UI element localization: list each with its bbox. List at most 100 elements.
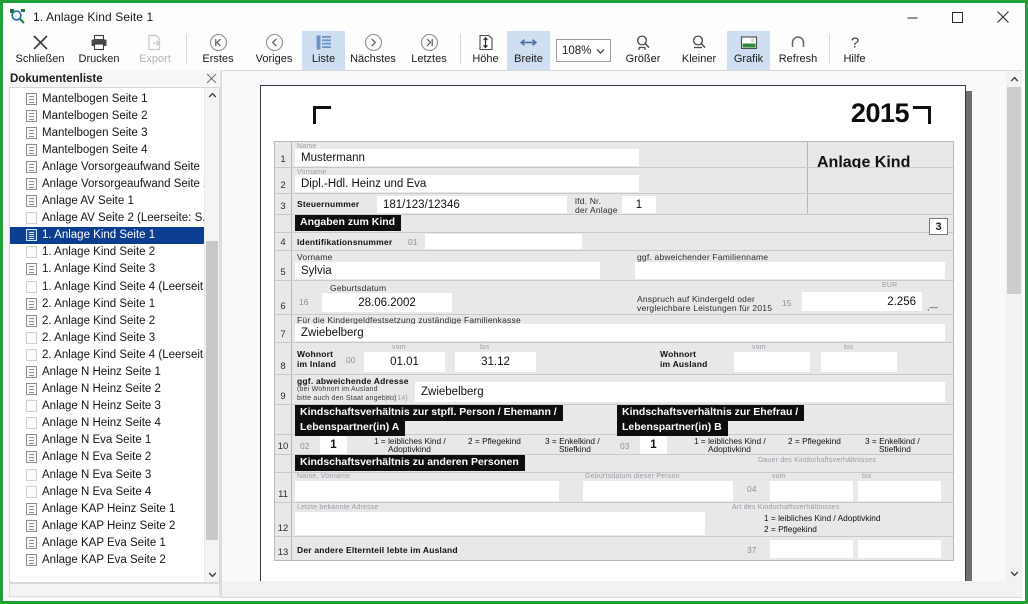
lfd-nr-field[interactable]: 1: [622, 196, 656, 213]
elternteil-ausland-field-right[interactable]: [858, 540, 941, 558]
minimize-icon[interactable]: [890, 3, 935, 31]
viewer-horizontal-scrollbar[interactable]: [222, 581, 1022, 597]
document-list-item[interactable]: Mantelbogen Seite 2: [10, 107, 204, 124]
close-icon[interactable]: [980, 3, 1025, 31]
page-icon: [26, 314, 37, 327]
name-vorname-field[interactable]: [295, 481, 559, 501]
document-list-item[interactable]: Mantelbogen Seite 1: [10, 90, 204, 107]
first-page-button[interactable]: Erstes: [190, 31, 246, 70]
inland-bis-field[interactable]: 31.12: [455, 352, 536, 372]
document-list-item[interactable]: Anlage N Heinz Seite 3: [10, 398, 204, 415]
kindergeld-field[interactable]: 2.256: [802, 292, 922, 311]
form-brand-panel-spacer: [807, 194, 953, 214]
ausland-vom-field[interactable]: [734, 352, 810, 372]
graphic-icon: [740, 32, 758, 53]
document-list-horizontal-scrollbar[interactable]: [9, 583, 220, 597]
fit-height-button[interactable]: Höhe: [464, 31, 507, 70]
document-list-item[interactable]: Anlage AV Seite 2 (Leerseite: S...: [10, 210, 204, 227]
document-list-item[interactable]: Anlage KAP Eva Seite 1: [10, 534, 204, 551]
document-list-item[interactable]: 1. Anlage Kind Seite 3: [10, 261, 204, 278]
letzte-adresse-field[interactable]: [295, 512, 705, 535]
document-list-item[interactable]: Anlage KAP Eva Seite 2: [10, 551, 204, 568]
close-button[interactable]: Schließen: [9, 31, 71, 70]
document-list-item-label: Anlage AV Seite 2 (Leerseite: S...: [42, 212, 204, 225]
ausland-bis-field[interactable]: [821, 352, 897, 372]
document-list-item[interactable]: 1. Anlage Kind Seite 2: [10, 244, 204, 261]
previous-page-button[interactable]: Voriges: [246, 31, 302, 70]
document-list-item[interactable]: Anlage N Heinz Seite 4: [10, 415, 204, 432]
document-list-scrollbar[interactable]: [204, 88, 219, 582]
document-list-item[interactable]: Anlage N Eva Seite 4: [10, 483, 204, 500]
application-window: 1. Anlage Kind Seite 1 Schließen Drucken…: [0, 0, 1028, 604]
document-list-item-label: Anlage AV Seite 1: [42, 195, 134, 208]
form-row-11: 11 Name, Vorname Geburtsdatum dieser Per…: [275, 473, 953, 503]
document-list-item[interactable]: Anlage KAP Heinz Seite 1: [10, 500, 204, 517]
document-list-item[interactable]: Anlage AV Seite 1: [10, 193, 204, 210]
abw-adresse-field[interactable]: Zwiebelberg: [415, 382, 945, 402]
fit-height-label: Höhe: [472, 53, 499, 65]
document-list-item[interactable]: 2. Anlage Kind Seite 2: [10, 312, 204, 329]
zoom-out-button[interactable]: Kleiner: [671, 31, 727, 70]
print-button[interactable]: Drucken: [71, 31, 127, 70]
blank-page-icon: [26, 331, 37, 344]
document-list-item[interactable]: Anlage N Heinz Seite 1: [10, 363, 204, 380]
name-field[interactable]: Mustermann: [295, 149, 639, 166]
viewer-vertical-scrollbar[interactable]: [1006, 71, 1022, 581]
list-button[interactable]: Liste: [302, 31, 345, 70]
form-row-8: 8 Wohnort im Inland 00 vom bis 01.01 31.…: [275, 343, 953, 375]
document-list-item[interactable]: Anlage N Eva Seite 3: [10, 466, 204, 483]
section-title-angaben-zum-kind: Angaben zum Kind: [295, 215, 402, 231]
document-list-item[interactable]: Anlage Vorsorgeaufwand Seite 1: [10, 158, 204, 175]
kind-vorname-field[interactable]: Sylvia: [295, 262, 600, 279]
familienkasse-field[interactable]: Zwiebelberg: [295, 324, 945, 341]
document-list-item[interactable]: 2. Anlage Kind Seite 4 (Leerseit...: [10, 346, 204, 363]
refresh-button[interactable]: Refresh: [770, 31, 826, 70]
dauer-vom-field[interactable]: [770, 481, 853, 501]
rel-b-field[interactable]: 1: [640, 436, 667, 454]
close-icon[interactable]: [205, 72, 218, 85]
chevron-down-icon[interactable]: [205, 567, 219, 582]
chevron-up-icon[interactable]: [1006, 71, 1022, 87]
document-list-item[interactable]: 1. Anlage Kind Seite 1: [10, 226, 204, 244]
next-page-button[interactable]: Nächstes: [345, 31, 401, 70]
graphic-button[interactable]: Grafik: [727, 31, 770, 70]
document-list-item[interactable]: Anlage N Heinz Seite 2: [10, 381, 204, 398]
help-button[interactable]: ? Hilfe: [833, 31, 876, 70]
geburtsdatum-person-field[interactable]: [583, 481, 733, 501]
vorname-field[interactable]: Dipl.-Hdl. Heinz und Eva: [295, 175, 639, 192]
document-viewer: 2015 1 Name Mustermann Anlage Kind 2 Vor…: [221, 70, 1022, 598]
document-list-item[interactable]: 1. Anlage Kind Seite 4 (Leerseit...: [10, 278, 204, 295]
document-list-item[interactable]: Anlage Vorsorgeaufwand Seite 2: [10, 175, 204, 192]
abweichender-familienname-field[interactable]: [635, 262, 945, 279]
steuernummer-field[interactable]: 181/123/12346: [377, 196, 567, 213]
document-list-item[interactable]: 2. Anlage Kind Seite 3: [10, 329, 204, 346]
elternteil-ausland-field-left[interactable]: [770, 540, 853, 558]
document-list-item[interactable]: Anlage KAP Heinz Seite 2: [10, 517, 204, 534]
chevron-down-icon: [596, 46, 605, 55]
document-list-item[interactable]: 2. Anlage Kind Seite 1: [10, 295, 204, 312]
identifikationsnummer-field[interactable]: [425, 234, 582, 249]
row-number: 4: [275, 233, 292, 250]
export-button[interactable]: Export: [127, 31, 183, 70]
document-list-item[interactable]: Anlage N Eva Seite 2: [10, 449, 204, 466]
blank-page-icon: [26, 280, 37, 293]
maximize-icon[interactable]: [935, 3, 980, 31]
scrollbar-thumb[interactable]: [1007, 87, 1021, 294]
zoom-in-button[interactable]: Größer: [615, 31, 671, 70]
fit-width-button[interactable]: Breite: [507, 31, 550, 70]
document-list-item[interactable]: Mantelbogen Seite 4: [10, 141, 204, 158]
last-page-button[interactable]: Letztes: [401, 31, 457, 70]
document-list-title: Dokumentenliste: [10, 72, 103, 85]
scrollbar-thumb[interactable]: [206, 241, 218, 540]
chevron-down-icon[interactable]: [1006, 565, 1022, 581]
dauer-bis-field[interactable]: [858, 481, 941, 501]
rel-a-field[interactable]: 1: [320, 436, 347, 454]
section-rel-a-line2: Lebenspartner(in) A: [295, 420, 406, 436]
document-list-item[interactable]: Anlage N Eva Seite 1: [10, 432, 204, 449]
zoom-level-combobox[interactable]: 108%: [556, 39, 611, 62]
geburtsdatum-field[interactable]: 28.06.2002: [322, 293, 452, 312]
chevron-up-icon[interactable]: [205, 88, 219, 103]
inland-vom-field[interactable]: 01.01: [364, 352, 445, 372]
document-list-item[interactable]: Mantelbogen Seite 3: [10, 124, 204, 141]
document-list[interactable]: Fortbildungskosten EvaKapitalerträge Hei…: [10, 88, 204, 582]
